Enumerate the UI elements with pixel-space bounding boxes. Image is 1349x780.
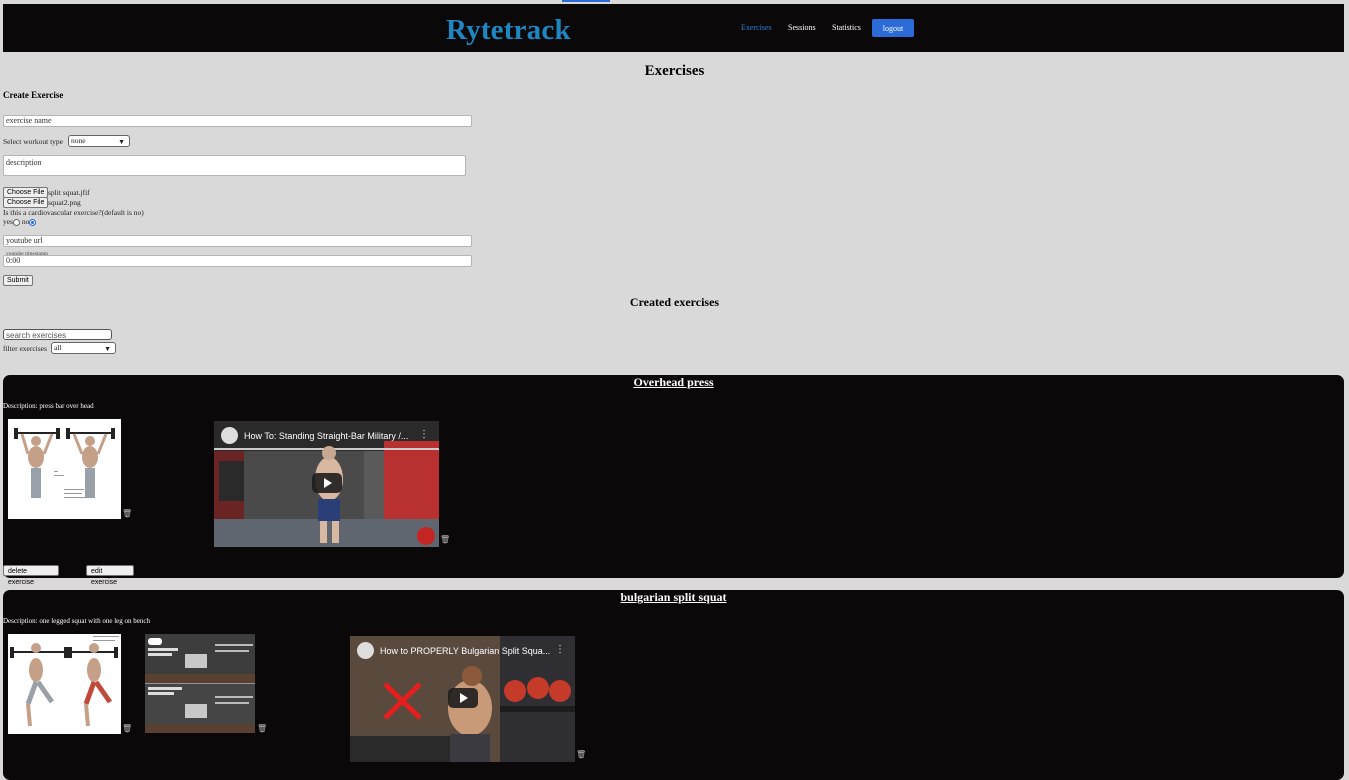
workout-type-select[interactable]: none ▼: [68, 135, 130, 147]
brand-logo[interactable]: Rytetrack: [446, 14, 571, 47]
exercise-image: [145, 634, 255, 733]
created-exercises-heading: Created exercises: [629, 295, 720, 309]
top-navbar: Rytetrack Exercises Sessions Statistics …: [3, 4, 1344, 52]
channel-avatar[interactable]: [221, 427, 238, 444]
cardio-radio-group: yes no: [3, 217, 37, 226]
choose-file-button-2[interactable]: Choose File: [3, 197, 49, 208]
youtube-url-input[interactable]: youtube url: [3, 235, 472, 247]
trash-icon[interactable]: 🗑: [576, 750, 586, 759]
filter-select[interactable]: all ▼: [51, 342, 116, 354]
split-squat-illustration: [8, 634, 121, 734]
page-title: Exercises: [644, 63, 705, 79]
youtube-embed[interactable]: How To: Standing Straight-Bar Military /…: [214, 421, 439, 547]
nav-sessions-link[interactable]: Sessions: [788, 23, 816, 32]
search-exercises-input[interactable]: search exercises: [3, 329, 112, 340]
play-icon[interactable]: [312, 473, 342, 493]
trash-icon[interactable]: 🗑: [122, 509, 132, 518]
exercise-card: bulgarian split squat Description: one l…: [3, 590, 1344, 780]
exercise-card: Overhead press Description: press bar ov…: [3, 375, 1344, 586]
more-vert-icon[interactable]: ⋮: [555, 644, 565, 655]
exercise-title[interactable]: Overhead press: [3, 375, 1344, 390]
chevron-down-icon: ▼: [104, 345, 111, 353]
exercise-name-input[interactable]: exercise name: [3, 115, 472, 127]
workout-type-value: none: [71, 136, 86, 145]
channel-avatar[interactable]: [357, 642, 374, 659]
exercise-description: Description: press bar over head: [3, 402, 94, 410]
yes-label: yes: [3, 217, 13, 226]
exercise-image: [8, 634, 121, 734]
exercise-description: Description: one legged squat with one l…: [3, 617, 150, 625]
file-name-2: squat2.png: [48, 198, 81, 207]
nav-statistics-link[interactable]: Statistics: [832, 23, 861, 32]
video-title[interactable]: How to PROPERLY Bulgarian Split Squa...: [380, 646, 550, 656]
no-label: no: [21, 217, 30, 226]
top-accent-line: [562, 0, 610, 2]
exercise-title[interactable]: bulgarian split squat: [3, 590, 1344, 605]
youtube-embed[interactable]: How to PROPERLY Bulgarian Split Squa... …: [350, 636, 575, 762]
workout-type-label: Select workout type: [3, 137, 63, 146]
trash-icon[interactable]: 🗑: [440, 535, 450, 544]
more-vert-icon[interactable]: ⋮: [419, 429, 429, 440]
no-radio[interactable]: [29, 218, 37, 226]
submit-button[interactable]: Submit: [3, 275, 33, 286]
edit-exercise-button[interactable]: edit exercise: [86, 565, 134, 586]
logout-button[interactable]: logout: [872, 19, 914, 37]
overhead-press-illustration: [8, 419, 121, 519]
split-squat-photo: [145, 634, 255, 733]
filter-value: all: [54, 343, 62, 352]
exercise-image: [8, 419, 121, 519]
delete-exercise-button[interactable]: delete exercise: [3, 565, 59, 586]
create-exercise-heading: Create Exercise: [3, 90, 64, 100]
yes-radio[interactable]: [13, 218, 20, 226]
nav-exercises-link[interactable]: Exercises: [741, 23, 772, 32]
play-icon[interactable]: [448, 688, 478, 708]
filter-label: filter exercises: [3, 344, 47, 353]
video-title[interactable]: How To: Standing Straight-Bar Military /…: [244, 431, 408, 441]
description-textarea[interactable]: description: [3, 155, 466, 176]
file-name-1: split squat.jfif: [48, 188, 90, 197]
cardio-question: Is this a cardiovascular exercise?(defau…: [3, 208, 144, 217]
trash-icon[interactable]: 🗑: [122, 724, 132, 733]
trash-icon[interactable]: 🗑: [257, 724, 267, 733]
chevron-down-icon: ▼: [118, 138, 125, 146]
timestamp-input[interactable]: 0:00: [3, 255, 472, 267]
